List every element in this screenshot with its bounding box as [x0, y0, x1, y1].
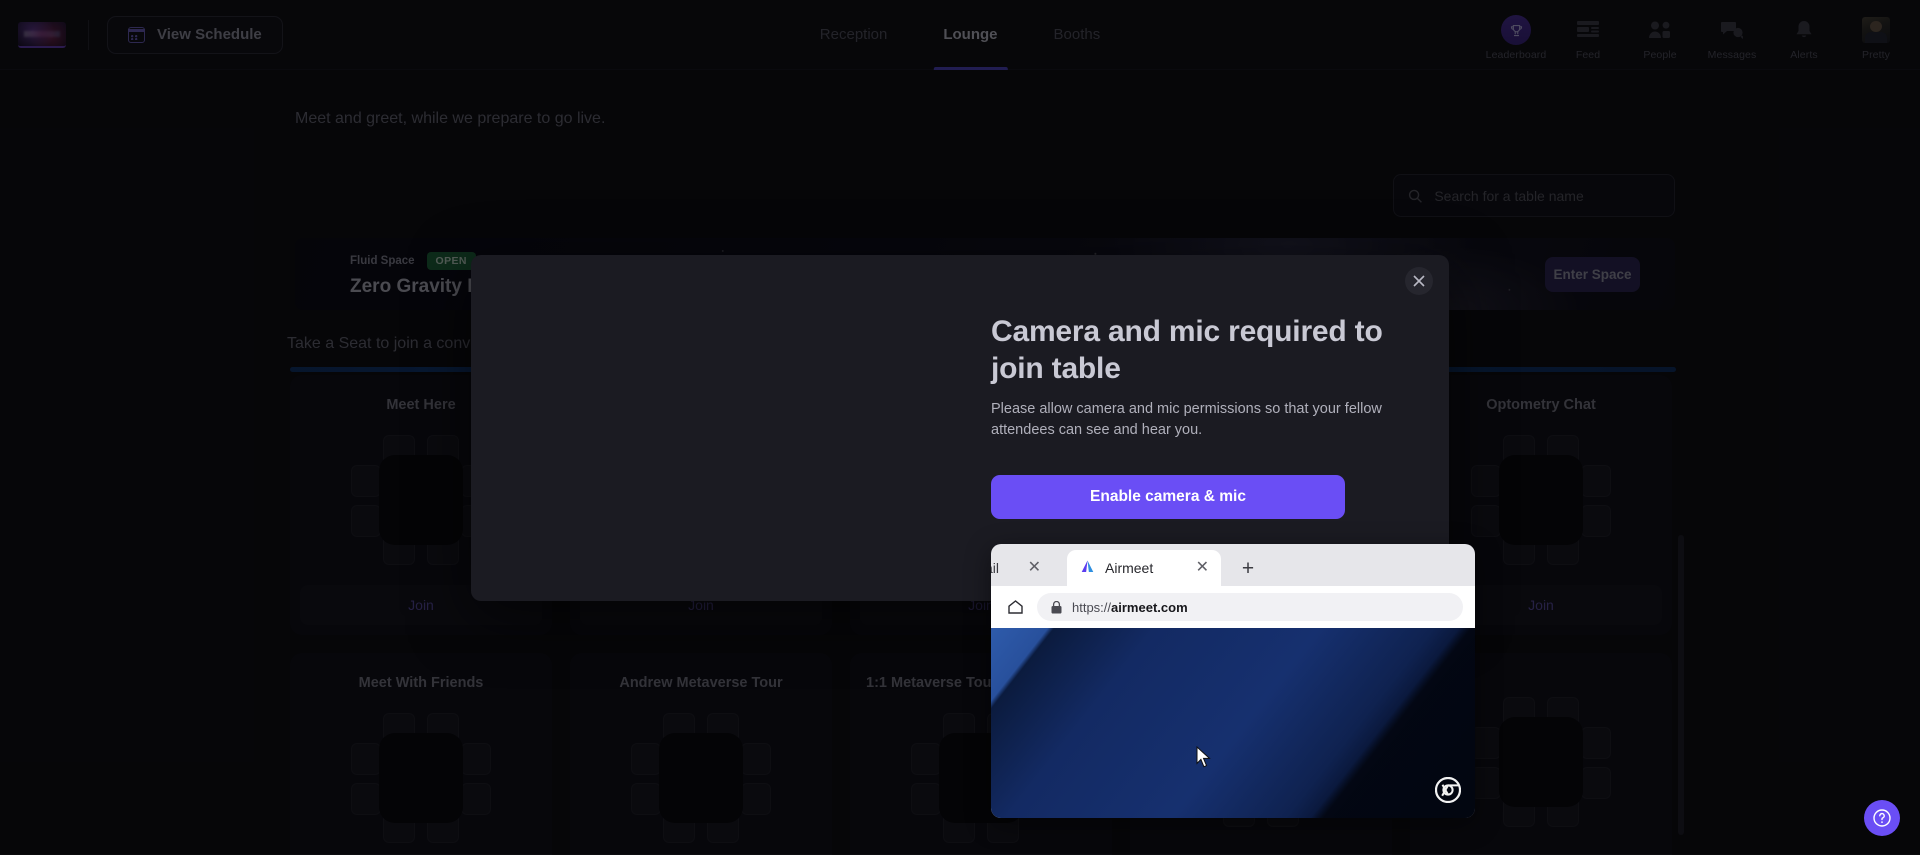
browser-illustration: ail ✕ Airmeet ✕ + [991, 544, 1475, 818]
airmeet-favicon [1079, 558, 1096, 578]
modal-title: Camera and mic required to join table [991, 313, 1391, 387]
lock-icon [1051, 601, 1062, 614]
close-icon[interactable]: ✕ [1196, 560, 1209, 576]
close-icon[interactable]: ✕ [1028, 560, 1041, 576]
browser-tab-inactive[interactable]: ail ✕ [991, 550, 1053, 586]
browser-tab-strip: ail ✕ Airmeet ✕ + [991, 544, 1475, 586]
home-icon[interactable] [1003, 595, 1027, 619]
browser-toolbar: https://airmeet.com [991, 586, 1475, 628]
browser-url-text: https://airmeet.com [1072, 600, 1188, 615]
browser-tab-active[interactable]: Airmeet ✕ [1067, 550, 1221, 586]
plus-icon[interactable]: + [1235, 556, 1261, 582]
close-icon[interactable] [1405, 267, 1433, 295]
question-mark-icon [1872, 808, 1892, 828]
modal-content: Camera and mic required to join table Pl… [991, 313, 1391, 519]
url-domain: airmeet.com [1111, 600, 1188, 615]
mouse-cursor-icon [1196, 746, 1212, 773]
modal-subtitle: Please allow camera and mic permissions … [991, 399, 1391, 441]
url-scheme: https:// [1072, 600, 1111, 615]
browser-tab-inactive-label: ail [991, 560, 999, 576]
enable-camera-mic-button[interactable]: Enable camera & mic [991, 475, 1345, 519]
browser-url-bar[interactable]: https://airmeet.com [1037, 593, 1463, 621]
help-button[interactable] [1864, 800, 1900, 836]
chrome-logo [1435, 777, 1461, 808]
camera-mic-permission-modal: Camera and mic required to join table Pl… [471, 255, 1449, 601]
browser-viewport [991, 628, 1475, 818]
browser-tab-active-label: Airmeet [1105, 560, 1153, 576]
